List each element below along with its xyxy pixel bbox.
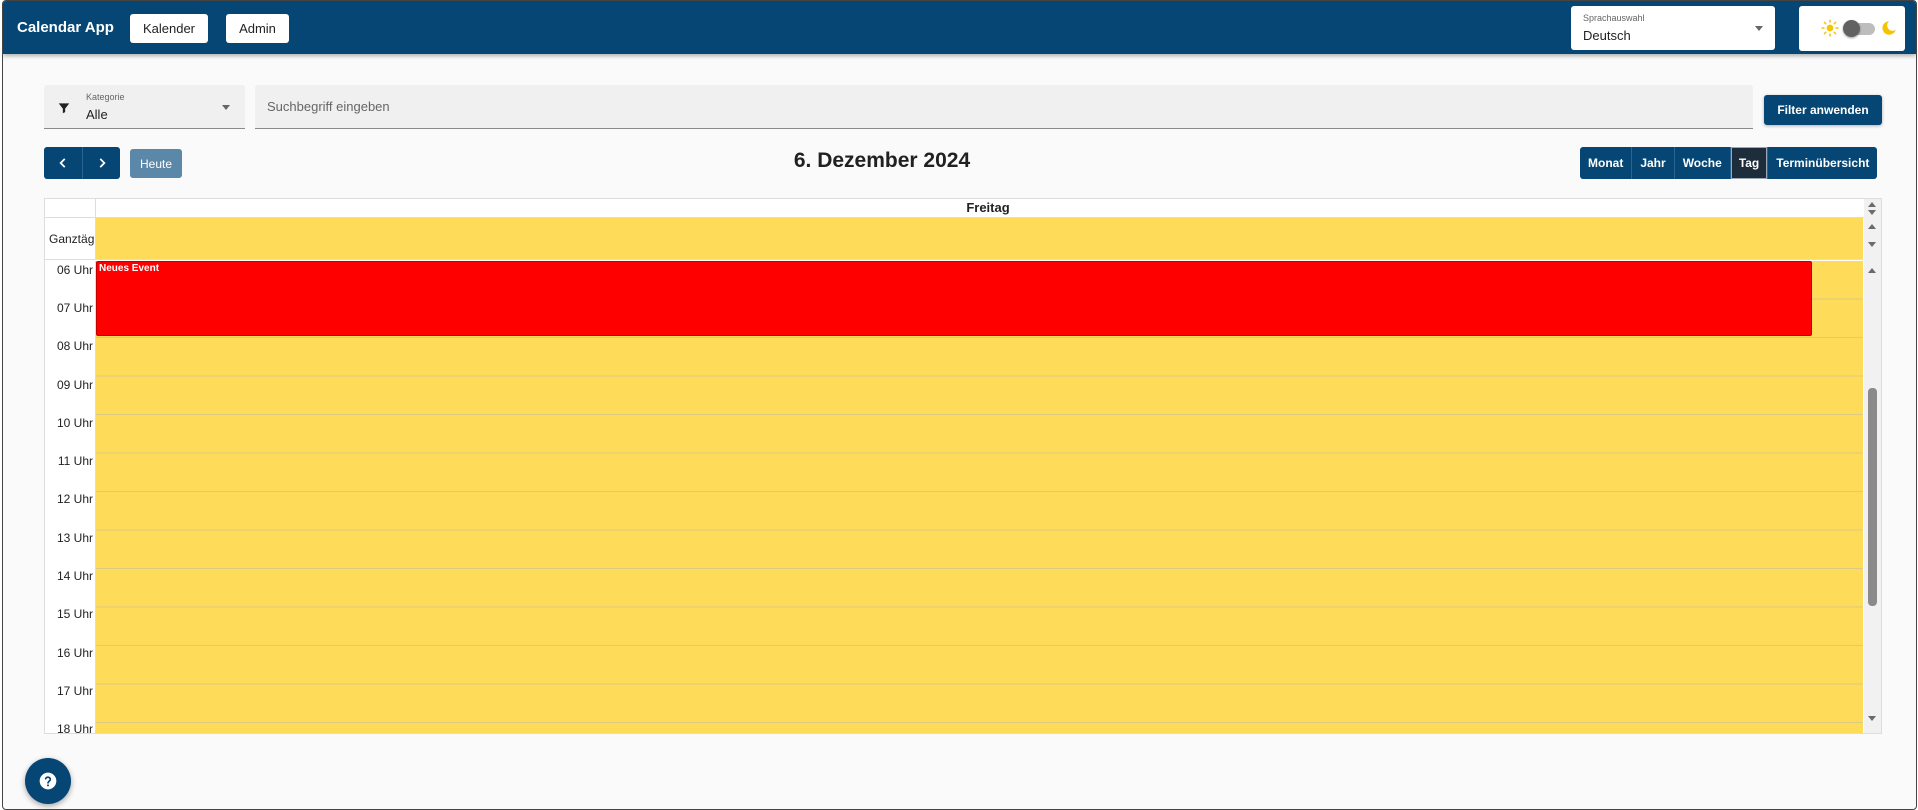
scroll-down-icon[interactable] — [1868, 210, 1876, 215]
scroll-up-icon[interactable] — [1868, 224, 1876, 229]
time-label: 10 Uhr — [56, 416, 93, 430]
day-calendar: Freitag Ganztägig 06 Uhr 07 Uhr 08 Uhr 0… — [44, 198, 1882, 734]
scroll-down-icon[interactable] — [1868, 242, 1876, 247]
nav-kalender-button[interactable]: Kalender — [130, 14, 208, 43]
header-corner — [45, 199, 95, 218]
view-month-button[interactable]: Monat — [1580, 147, 1632, 179]
time-label: 12 Uhr — [56, 492, 93, 506]
event-title: Neues Event — [99, 263, 160, 274]
time-label: 06 Uhr — [56, 263, 93, 277]
time-scrollbar[interactable] — [1864, 261, 1881, 733]
scroll-down-icon[interactable] — [1868, 716, 1876, 721]
filter-icon — [58, 103, 70, 114]
language-select-label: Sprachauswahl — [1583, 13, 1645, 23]
theme-switcher — [1799, 6, 1905, 51]
view-year-button[interactable]: Jahr — [1631, 147, 1674, 179]
scrollbar-thumb[interactable] — [1868, 388, 1877, 606]
app-window: Calendar App Kalender Admin Sprachauswah… — [2, 0, 1917, 810]
app-bar: Calendar App Kalender Admin Sprachauswah… — [3, 1, 1916, 54]
view-switcher: Monat Jahr Woche Tag Terminübersicht — [1580, 147, 1878, 179]
moon-icon — [1882, 21, 1896, 35]
apply-filter-button[interactable]: Filter anwenden — [1764, 95, 1882, 125]
time-label: 09 Uhr — [56, 378, 93, 392]
time-label: 11 Uhr — [57, 454, 93, 468]
time-label: 16 Uhr — [56, 646, 93, 660]
scroll-up-icon[interactable] — [1868, 202, 1876, 207]
scroll-up-icon[interactable] — [1868, 268, 1876, 273]
day-header: Freitag — [95, 199, 1880, 218]
calendar-event[interactable]: Neues Event — [96, 261, 1812, 336]
category-select-value: Alle — [86, 107, 108, 122]
time-label: 17 Uhr — [56, 684, 93, 698]
chevron-down-icon — [222, 105, 230, 110]
language-select[interactable]: Sprachauswahl Deutsch — [1571, 6, 1775, 50]
search-input[interactable] — [255, 85, 1753, 129]
time-label: 08 Uhr — [56, 339, 93, 353]
header-scrollbar[interactable] — [1864, 199, 1881, 218]
category-select[interactable]: Kategorie Alle — [44, 85, 245, 129]
sun-icon — [1821, 19, 1839, 37]
view-week-button[interactable]: Woche — [1673, 147, 1730, 179]
allday-scrollbar[interactable] — [1864, 218, 1881, 261]
view-agenda-button[interactable]: Terminübersicht — [1767, 147, 1878, 179]
help-icon — [39, 772, 57, 790]
chevron-down-icon — [1755, 26, 1763, 31]
time-label: 07 Uhr — [56, 301, 93, 315]
time-gutter: 06 Uhr 07 Uhr 08 Uhr 09 Uhr 10 Uhr 11 Uh… — [45, 261, 95, 734]
allday-cell[interactable] — [95, 218, 1863, 260]
time-label: 14 Uhr — [56, 569, 93, 583]
help-button[interactable] — [25, 758, 71, 804]
nav-admin-button[interactable]: Admin — [226, 14, 289, 43]
time-label: 15 Uhr — [56, 607, 93, 621]
category-select-label: Kategorie — [86, 92, 125, 102]
view-day-button[interactable]: Tag — [1729, 147, 1768, 179]
app-title: Calendar App — [17, 19, 114, 36]
time-label: 18 Uhr — [56, 722, 93, 734]
language-select-value: Deutsch — [1583, 28, 1631, 43]
time-label: 13 Uhr — [56, 531, 93, 545]
calendar-title: 6. Dezember 2024 — [793, 149, 971, 172]
theme-toggle-thumb[interactable] — [1843, 20, 1860, 37]
allday-label: Ganztägig — [45, 218, 95, 260]
